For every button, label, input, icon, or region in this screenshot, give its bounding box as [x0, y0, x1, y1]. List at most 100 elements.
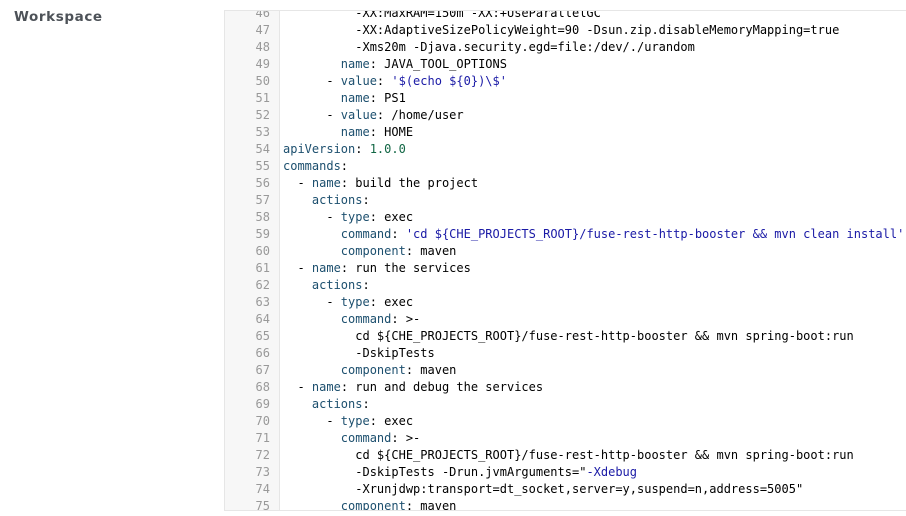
code-line[interactable]: 60 component: maven [225, 243, 906, 260]
yaml-value: : PS1 [369, 91, 406, 105]
code-line[interactable]: 55 commands: [225, 158, 906, 175]
line-number: 75 [255, 499, 270, 511]
line-number: 74 [255, 482, 270, 496]
code-line[interactable]: 57 actions: [225, 192, 906, 209]
code-line[interactable]: 61 - name: run the services [225, 260, 906, 277]
code-line[interactable]: 66 -DskipTests [225, 345, 906, 362]
code-line[interactable]: 62 actions: [225, 277, 906, 294]
code-text: command: 'cd ${CHE_PROJECTS_ROOT}/fuse-r… [283, 226, 905, 243]
line-number: 59 [255, 227, 270, 241]
yaml-string: -Xdebug [586, 465, 638, 479]
yaml-value: -DskipTests -Drun.jvmArguments=" [283, 465, 587, 479]
code-text: cd ${CHE_PROJECTS_ROOT}/fuse-rest-http-b… [283, 328, 854, 345]
yaml-value: -XX:MaxRAM=150m -XX:+UseParallelGC [283, 10, 601, 20]
line-number: 52 [255, 108, 270, 122]
yaml-value [283, 193, 312, 207]
line-number: 57 [255, 193, 270, 207]
yaml-key: command [340, 431, 392, 445]
code-line[interactable]: 72 cd ${CHE_PROJECTS_ROOT}/fuse-rest-htt… [225, 447, 906, 464]
code-text: component: maven [283, 362, 457, 379]
yaml-key: component [340, 363, 406, 377]
yaml-value: : [376, 74, 392, 88]
code-line[interactable]: 70 - type: exec [225, 413, 906, 430]
yaml-value: : [362, 193, 370, 207]
code-line[interactable]: 50 - value: '$(echo ${0})\$' [225, 73, 906, 90]
yaml-key: name [311, 176, 341, 190]
code-text: - type: exec [283, 294, 413, 311]
code-line[interactable]: 75 component: maven [225, 498, 906, 511]
line-number: 73 [255, 465, 270, 479]
yaml-value: -DskipTests [283, 346, 435, 360]
code-line[interactable]: 74 -Xrunjdwp:transport=dt_socket,server=… [225, 481, 906, 498]
code-line[interactable]: 63 - type: exec [225, 294, 906, 311]
yaml-value: 1.0.0 [369, 142, 406, 156]
line-number: 72 [255, 448, 270, 462]
yaml-value [283, 499, 341, 510]
line-number: 67 [255, 363, 270, 377]
yaml-value: : [355, 142, 370, 156]
code-line[interactable]: 56 - name: build the project [225, 175, 906, 192]
yaml-key: value [340, 74, 377, 88]
line-number: 64 [255, 312, 270, 326]
yaml-key: actions [311, 397, 363, 411]
yaml-value: : exec [369, 295, 414, 309]
code-line[interactable]: 47 -XX:AdaptiveSizePolicyWeight=90 -Dsun… [225, 22, 906, 39]
line-number: 60 [255, 244, 270, 258]
yaml-key: value [340, 108, 377, 122]
code-text: -DskipTests [283, 345, 435, 362]
yaml-value [283, 431, 341, 445]
yaml-value: - [283, 414, 341, 428]
yaml-value [283, 278, 312, 292]
code-text: - value: '$(echo ${0})\$' [283, 73, 507, 90]
code-text: -XX:AdaptiveSizePolicyWeight=90 -Dsun.zi… [283, 22, 839, 39]
yaml-value: : maven [405, 499, 457, 511]
yaml-value: - [283, 176, 312, 190]
code-line[interactable]: 64 command: >- [225, 311, 906, 328]
code-line[interactable]: 48 -Xms20m -Djava.security.egd=file:/dev… [225, 39, 906, 56]
code-line[interactable]: 68 - name: run and debug the services [225, 379, 906, 396]
line-number: 49 [255, 57, 270, 71]
yaml-key: name [340, 91, 370, 105]
yaml-value: : >- [391, 431, 421, 445]
yaml-value: : build the project [340, 176, 479, 190]
yaml-string: 'cd ${CHE_PROJECTS_ROOT}/fuse-rest-http-… [405, 227, 905, 241]
code-text: -XX:MaxRAM=150m -XX:+UseParallelGC [283, 10, 601, 22]
yaml-key: command [340, 227, 392, 241]
code-line[interactable]: 53 name: HOME [225, 124, 906, 141]
code-text: - type: exec [283, 209, 413, 226]
yaml-value: : >- [391, 312, 421, 326]
code-line[interactable]: 51 name: PS1 [225, 90, 906, 107]
yaml-value [283, 312, 341, 326]
code-line[interactable]: 67 component: maven [225, 362, 906, 379]
code-line[interactable]: 71 command: >- [225, 430, 906, 447]
yaml-value: : [340, 159, 349, 173]
code-text: - value: /home/user [283, 107, 463, 124]
code-line[interactable]: 73 -DskipTests -Drun.jvmArguments="-Xdeb… [225, 464, 906, 481]
yaml-key: commands [283, 159, 341, 173]
code-line[interactable]: 69 actions: [225, 396, 906, 413]
yaml-value [283, 397, 312, 411]
code-line[interactable]: 49 name: JAVA_TOOL_OPTIONS [225, 56, 906, 73]
code-line[interactable]: 52 - value: /home/user [225, 107, 906, 124]
line-number: 55 [255, 159, 270, 173]
line-number: 63 [255, 295, 270, 309]
line-number: 70 [255, 414, 270, 428]
code-text: commands: [283, 158, 348, 175]
yaml-value: - [283, 295, 341, 309]
code-text: -DskipTests -Drun.jvmArguments="-Xdebug [283, 464, 637, 481]
line-number: 69 [255, 397, 270, 411]
code-line[interactable]: 65 cd ${CHE_PROJECTS_ROOT}/fuse-rest-htt… [225, 328, 906, 345]
code-text: -Xms20m -Djava.security.egd=file:/dev/./… [283, 39, 695, 56]
code-text: name: JAVA_TOOL_OPTIONS [283, 56, 507, 73]
code-line[interactable]: 59 command: 'cd ${CHE_PROJECTS_ROOT}/fus… [225, 226, 906, 243]
code-text: name: PS1 [283, 90, 406, 107]
code-line[interactable]: 54 apiVersion: 1.0.0 [225, 141, 906, 158]
line-number: 53 [255, 125, 270, 139]
code-line[interactable]: 58 - type: exec [225, 209, 906, 226]
code-text: component: maven [283, 243, 457, 260]
editor-lines[interactable]: 46 -XX:MaxRAM=150m -XX:+UseParallelGC 47 … [225, 10, 906, 511]
yaml-value [283, 363, 341, 377]
yaml-editor[interactable]: 46 -XX:MaxRAM=150m -XX:+UseParallelGC 47 … [224, 10, 906, 511]
workspace-section-label: Workspace [14, 9, 103, 25]
code-line[interactable]: 46 -XX:MaxRAM=150m -XX:+UseParallelGC [225, 10, 906, 22]
